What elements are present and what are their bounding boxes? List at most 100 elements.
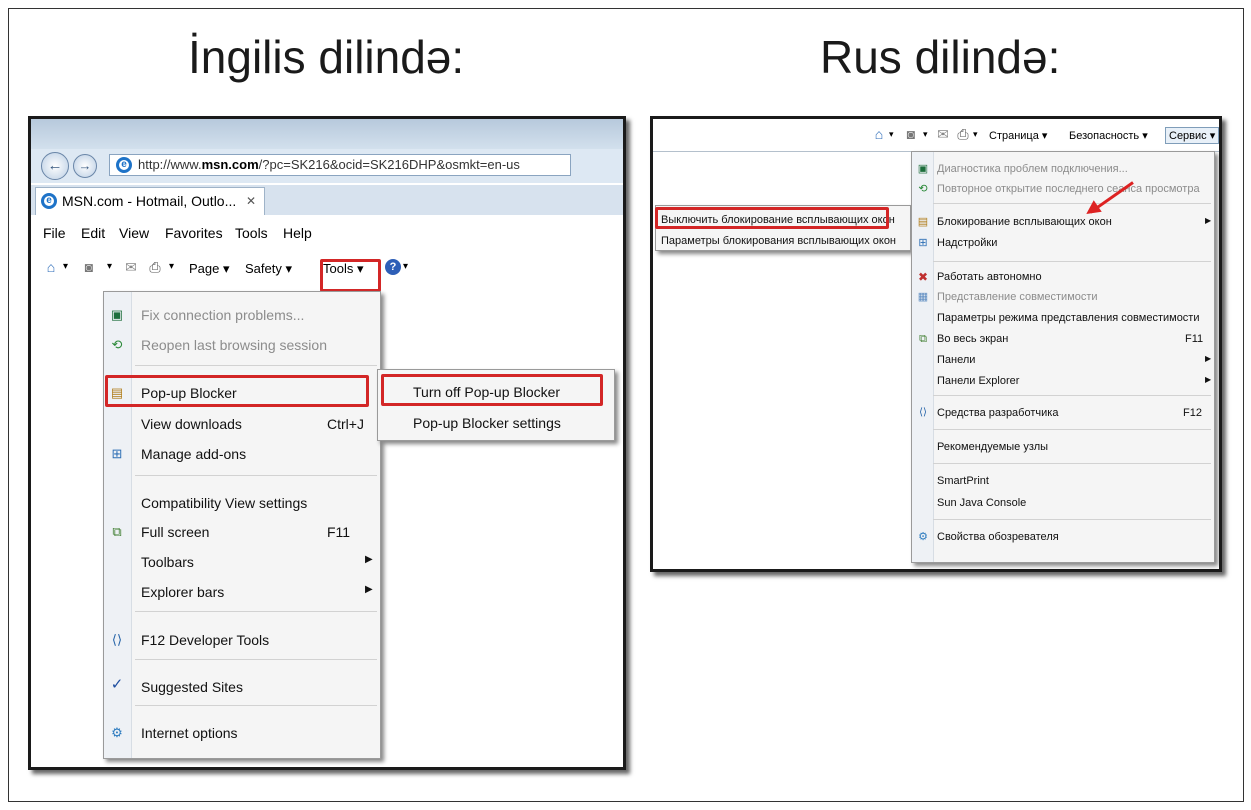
menu-item-compat-view[interactable]: Compatibility View settings — [141, 495, 307, 511]
feeds-icon[interactable]: ◙ — [903, 126, 919, 142]
print-dropdown-icon[interactable]: ▾ — [973, 129, 978, 140]
reopen-session-icon: ⟲ — [111, 337, 123, 352]
submenu-arrow-icon: ▶ — [365, 554, 373, 565]
mail-icon[interactable]: ✉ — [123, 259, 139, 275]
fix-connection-icon: ▣ — [110, 307, 124, 322]
highlight-popup-blocker — [105, 375, 369, 407]
page-menu-ru[interactable]: Страница ▾ — [989, 129, 1047, 142]
menu-item-compat-settings-ru[interactable]: Параметры режима представления совместим… — [937, 312, 1200, 324]
internet-options-icon: ⚙ — [918, 531, 928, 543]
menu-separator — [135, 705, 377, 706]
feeds-dropdown-icon[interactable]: ▾ — [923, 129, 928, 140]
menu-separator — [933, 261, 1211, 262]
menu-item-java-console-ru[interactable]: Sun Java Console — [937, 497, 1026, 509]
menu-favorites[interactable]: Favorites — [165, 225, 223, 241]
safety-menu-ru[interactable]: Безопасность ▾ — [1069, 129, 1148, 142]
command-bar-ru: ⌂ ▾ ◙ ▾ ✉ ⎙ ▾ Страница ▾ Безопасность ▾ … — [653, 119, 1219, 151]
menu-item-internet-options[interactable]: Internet options — [141, 725, 238, 741]
menu-item-diagnose-ru[interactable]: Диагностика проблем подключения... — [937, 163, 1128, 175]
url-rest: /?pc=SK216&ocid=SK216DHP&osmkt=en-us — [258, 157, 520, 172]
menu-item-explorer-bars[interactable]: Explorer bars — [141, 584, 224, 600]
fullscreen-icon: ⧉ — [112, 524, 122, 539]
home-dropdown-icon[interactable]: ▾ — [63, 261, 68, 272]
offline-icon: ✖ — [917, 270, 929, 284]
highlight-tools-button — [320, 259, 381, 292]
developer-tools-icon: ⟨⟩ — [111, 632, 123, 647]
menu-item-explorer-panels-ru[interactable]: Панели Explorer — [937, 375, 1019, 387]
safety-menu[interactable]: Safety ▾ — [245, 261, 292, 277]
menu-item-options-ru[interactable]: Свойства обозревателя — [937, 531, 1059, 543]
ie-tab-icon: e — [41, 193, 57, 209]
highlight-turn-off-ru — [655, 207, 889, 229]
menu-separator — [933, 395, 1211, 396]
print-dropdown-icon[interactable]: ▾ — [169, 261, 174, 272]
tools-menu-button-ru[interactable]: Сервис ▾ — [1165, 127, 1219, 144]
menu-item-fix-connection[interactable]: Fix connection problems... — [141, 307, 304, 323]
menu-item-suggested-sites[interactable]: Suggested Sites — [141, 679, 243, 695]
address-input[interactable]: e http://www.msn.com/?pc=SK216&ocid=SK21… — [109, 154, 571, 176]
help-dropdown-icon[interactable]: ▾ — [403, 261, 408, 272]
home-icon[interactable]: ⌂ — [871, 126, 887, 142]
menu-separator — [933, 203, 1211, 204]
menu-item-reopen-ru[interactable]: Повторное открытие последнего сеанса про… — [937, 183, 1200, 195]
english-browser-screenshot: ← → e http://www.msn.com/?pc=SK216&ocid=… — [28, 116, 626, 770]
checkmark-icon: ✓ — [110, 676, 124, 693]
menu-item-compat-ru[interactable]: Представление совместимости — [937, 291, 1098, 303]
diagnose-icon: ▣ — [917, 163, 929, 175]
forward-button[interactable]: → — [73, 154, 97, 178]
ie-logo-icon: e — [116, 157, 132, 173]
submenu-arrow-icon: ▶ — [365, 584, 373, 595]
title-bar — [31, 119, 623, 153]
menu-item-reopen-session[interactable]: Reopen last browsing session — [141, 337, 327, 353]
menu-item-fullscreen-ru[interactable]: Во весь экран — [937, 333, 1008, 345]
tab-close-icon[interactable]: ✕ — [246, 188, 256, 214]
addons-icon: ⊞ — [918, 237, 928, 249]
print-icon[interactable]: ⎙ — [955, 126, 971, 142]
menu-item-view-downloads[interactable]: View downloads — [141, 416, 242, 432]
menu-item-addons-ru[interactable]: Надстройки — [937, 237, 997, 249]
submenu-arrow-icon: ▶ — [1205, 216, 1212, 225]
feeds-dropdown-icon[interactable]: ▾ — [107, 261, 112, 272]
feeds-icon[interactable]: ◙ — [81, 259, 97, 275]
home-icon[interactable]: ⌂ — [43, 259, 59, 275]
menu-item-full-screen[interactable]: Full screen — [141, 524, 209, 540]
heading-english: İngilis dilində: — [188, 31, 465, 83]
browser-tab[interactable]: e MSN.com - Hotmail, Outlo... ✕ — [35, 187, 265, 215]
menu-help[interactable]: Help — [283, 225, 312, 241]
menu-item-suggested-ru[interactable]: Рекомендуемые узлы — [937, 441, 1048, 453]
menu-separator — [135, 611, 377, 612]
menu-item-panels-ru[interactable]: Панели — [937, 354, 975, 366]
url-domain: msn.com — [201, 157, 259, 172]
back-button[interactable]: ← — [41, 152, 69, 180]
submenu-item-popup-blocker-settings[interactable]: Pop-up Blocker settings — [413, 415, 561, 431]
fullscreen-shortcut: F11 — [327, 524, 351, 540]
page-menu[interactable]: Page ▾ — [189, 261, 230, 277]
addons-icon: ⊞ — [111, 446, 123, 461]
menu-item-offline-ru[interactable]: Работать автономно — [937, 271, 1042, 283]
menu-bar: File Edit View Favorites Tools Help — [31, 215, 623, 249]
menu-item-manage-addons[interactable]: Manage add-ons — [141, 446, 246, 462]
menu-item-smartprint-ru[interactable]: SmartPrint — [937, 475, 989, 487]
menu-item-toolbars[interactable]: Toolbars — [141, 554, 194, 570]
fullscreen-shortcut-ru: F11 — [1185, 333, 1204, 345]
menu-tools[interactable]: Tools — [235, 225, 268, 241]
downloads-shortcut: Ctrl+J — [327, 416, 364, 432]
menu-separator — [135, 475, 377, 476]
tab-title: MSN.com - Hotmail, Outlo... — [62, 193, 237, 209]
menu-item-developer-tools[interactable]: F12 Developer Tools — [141, 632, 269, 648]
compat-icon: ▦ — [917, 291, 929, 303]
home-dropdown-icon[interactable]: ▾ — [889, 129, 894, 140]
menu-separator — [933, 463, 1211, 464]
menu-separator — [933, 429, 1211, 430]
internet-options-icon: ⚙ — [111, 725, 123, 740]
menu-view[interactable]: View — [119, 225, 149, 241]
menu-file[interactable]: File — [43, 225, 66, 241]
submenu-item-settings-ru[interactable]: Параметры блокирования всплывающих окон — [661, 235, 896, 247]
developer-tools-icon: ⟨⟩ — [919, 407, 927, 418]
menu-edit[interactable]: Edit — [81, 225, 105, 241]
mail-icon[interactable]: ✉ — [935, 126, 951, 142]
print-icon[interactable]: ⎙ — [147, 259, 163, 275]
menu-item-devtools-ru[interactable]: Средства разработчика — [937, 407, 1058, 419]
menu-item-popup-blocker-ru[interactable]: Блокирование всплывающих окон — [937, 216, 1112, 228]
help-icon[interactable]: ? — [385, 259, 401, 275]
